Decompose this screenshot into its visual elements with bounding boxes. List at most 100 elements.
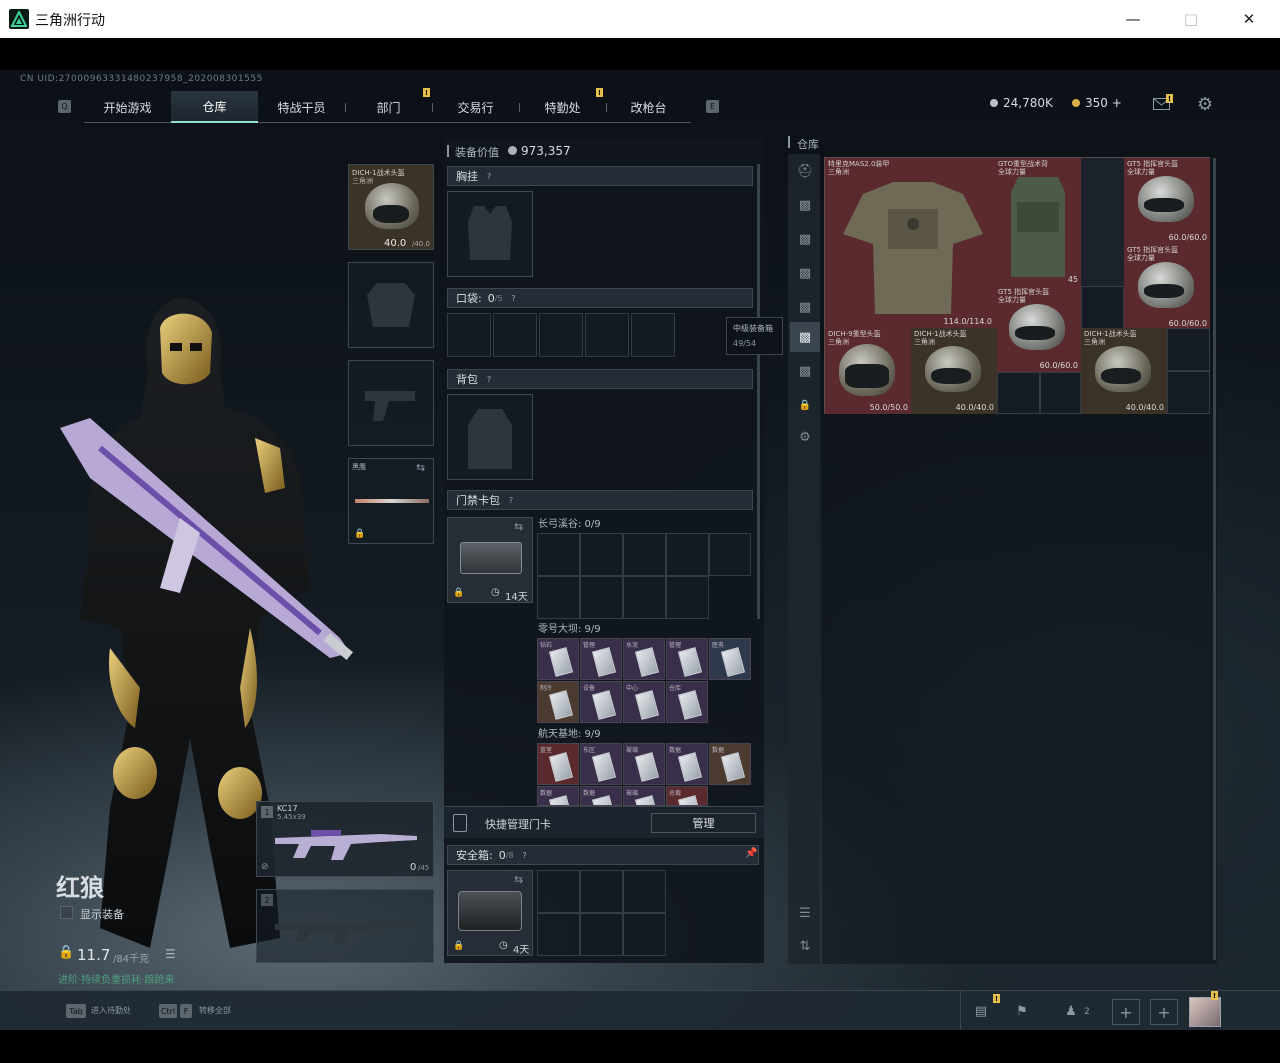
stash-cell[interactable] [1167, 371, 1210, 414]
stash-tab-storage-icon[interactable]: ▩ [790, 224, 820, 254]
stash-tab-storage-icon[interactable]: ▩ [790, 356, 820, 386]
weight-details-icon[interactable]: ☰ [165, 947, 176, 961]
swap-icon[interactable]: ⇆ [416, 461, 425, 474]
team-icon[interactable]: ♟ [1058, 999, 1084, 1023]
primary-weapon-slot[interactable]: 1 KC17 5.45x39 ⊘ 0 /45 [256, 801, 434, 877]
help-icon[interactable]: ? [484, 171, 494, 181]
keycard-item[interactable]: 数据 [537, 786, 579, 806]
keycard-item[interactable]: 玻璃 [623, 743, 665, 785]
keycard-cell[interactable] [623, 533, 666, 576]
keycard-cell[interactable] [537, 576, 580, 619]
backpack-slot[interactable] [447, 394, 533, 480]
help-icon[interactable]: ? [509, 293, 519, 303]
stash-sort-icon[interactable]: ⇅ [790, 931, 820, 961]
keycard-cell[interactable] [666, 533, 709, 576]
show-equipment-checkbox[interactable] [60, 906, 73, 919]
pocket-cell[interactable] [447, 313, 491, 357]
keycard-item[interactable]: 制冷 [537, 681, 579, 723]
stash-item[interactable]: GT5 指挥官头盔 全球力量 60.0/60.0 [995, 286, 1081, 372]
safebox-cell[interactable] [580, 913, 623, 956]
keycard-cell[interactable] [580, 533, 623, 576]
stash-cell[interactable] [997, 372, 1040, 414]
pocket-cell[interactable] [539, 313, 583, 357]
keycard-item[interactable]: 总裁 [666, 786, 708, 806]
pocket-cell[interactable] [631, 313, 675, 357]
manage-button[interactable]: 管理 [651, 813, 756, 833]
keycard-item[interactable]: 中心 [623, 681, 665, 723]
stash-cell[interactable] [1167, 328, 1210, 371]
keycard-cell[interactable] [709, 533, 751, 576]
safebox-cell[interactable] [537, 913, 580, 956]
keycard-item[interactable]: 医务 [709, 638, 751, 680]
pin-icon[interactable]: 📌 [745, 848, 757, 859]
keycard-item[interactable]: 玻璃 [623, 786, 665, 806]
stash-cell[interactable] [1040, 372, 1081, 414]
keycard-cell[interactable] [580, 576, 623, 619]
stats-icon[interactable]: ▤ [968, 999, 994, 1023]
stash-settings-icon[interactable]: ⚙ [790, 422, 820, 452]
player-avatar[interactable] [1189, 997, 1221, 1027]
stash-item[interactable]: GTO重型战术背 全球力量 45 [995, 158, 1081, 286]
help-icon[interactable]: ? [506, 495, 516, 505]
secondary-weapon-slot[interactable]: 2 [256, 889, 434, 963]
tab-start-game[interactable]: 开始游戏 [84, 91, 171, 123]
tab-operators[interactable]: 特战干员 [258, 91, 345, 123]
stash-item[interactable]: DICH-1战术头盔 三角洲 40.0/40.0 [1081, 328, 1167, 414]
help-icon[interactable]: ? [484, 374, 494, 384]
stash-tab-helmet-icon[interactable]: ⛑ [790, 156, 820, 186]
tab-warehouse[interactable]: 仓库 [171, 91, 258, 123]
safebox-cell[interactable] [623, 913, 666, 956]
stash-layers-icon[interactable]: ☰ [790, 898, 820, 928]
stash-tab-active-icon[interactable]: ▩ [790, 322, 820, 352]
stash-tab-storage-icon[interactable]: ▩ [790, 258, 820, 288]
safebox-slot[interactable]: ⇆ 🔒 ◷ 4天 [447, 870, 533, 956]
tab-trade[interactable]: 交易行 [432, 91, 519, 123]
stash-item[interactable]: GT5 指挥官头盔 全球力量 60.0/60.0 [1124, 158, 1210, 244]
stash-item[interactable]: DICH-9重型头盔 三角洲 50.0/50.0 [825, 328, 911, 414]
keycard-item[interactable]: 管理 [666, 638, 708, 680]
keycard-item[interactable]: 数据 [580, 786, 622, 806]
pocket-cell[interactable] [585, 313, 629, 357]
pistol-slot[interactable] [348, 360, 434, 446]
stash-item[interactable]: DICH-1战术头盔 三角洲 40.0/40.0 [911, 328, 997, 414]
stash-item[interactable]: GT5 指挥官头盔 全球力量 60.0/60.0 [1124, 244, 1210, 330]
pocket-cell[interactable] [493, 313, 537, 357]
safebox-cell[interactable] [623, 870, 666, 913]
nav-prev-key[interactable]: Q [58, 100, 71, 113]
keycard-item[interactable]: 仓库 [666, 681, 708, 723]
stash-tab-storage-icon[interactable]: ▩ [790, 190, 820, 220]
silver-currency[interactable]: 24,780K [990, 96, 1053, 110]
keycard-item[interactable]: 管理 [580, 638, 622, 680]
tab-department[interactable]: 部门 [345, 91, 432, 123]
nav-next-key[interactable]: E [706, 100, 719, 113]
keycard-cell[interactable] [666, 576, 709, 619]
stash-cell[interactable] [1081, 286, 1124, 329]
hint-transfer-all[interactable]: 转移全部 [199, 1005, 231, 1016]
keycard-item[interactable]: 设备 [580, 681, 622, 723]
swap-icon[interactable]: ⇆ [514, 520, 523, 533]
hint-enter-prep[interactable]: 进入待勤处 [91, 1005, 131, 1016]
helmet-slot[interactable]: DICH-1战术头盔 三角洲 40.0 /40.0 [348, 164, 434, 250]
tab-gunsmith[interactable]: 改枪台 [606, 91, 691, 123]
flag-icon[interactable]: ⚑ [1010, 999, 1034, 1023]
add-teammate-button[interactable]: + [1112, 999, 1140, 1025]
stash-item[interactable]: 特里克MAS2.0装甲 三角洲 114.0/114.0 [825, 158, 995, 328]
settings-gear-icon[interactable]: ⚙ [1197, 94, 1213, 115]
keycard-item[interactable]: 蓝室 [537, 743, 579, 785]
safebox-cell[interactable] [537, 870, 580, 913]
minimize-button[interactable]: — [1104, 0, 1162, 38]
keycard-case-slot[interactable]: ⇆ 🔒 ◷ 14天 [447, 517, 533, 603]
gold-currency[interactable]: 350 + [1072, 96, 1122, 110]
chest-rig-slot[interactable] [447, 191, 533, 277]
help-icon[interactable]: ? [520, 850, 530, 860]
loadout-scrollbar[interactable] [757, 164, 760, 619]
stash-tab-locked-icon[interactable]: 🔒 [790, 390, 820, 420]
stash-scrollbar[interactable] [1213, 158, 1216, 960]
keycard-item[interactable]: 数据 [709, 743, 751, 785]
armor-slot[interactable] [348, 262, 434, 348]
tab-special-ops[interactable]: 特勤处 [519, 91, 606, 123]
maximize-button[interactable]: □ [1162, 0, 1220, 38]
add-teammate-button[interactable]: + [1150, 999, 1178, 1025]
stash-tab-storage-icon[interactable]: ▩ [790, 292, 820, 322]
melee-slot[interactable]: 黑鹰 ⇆ 🔒 [348, 458, 434, 544]
